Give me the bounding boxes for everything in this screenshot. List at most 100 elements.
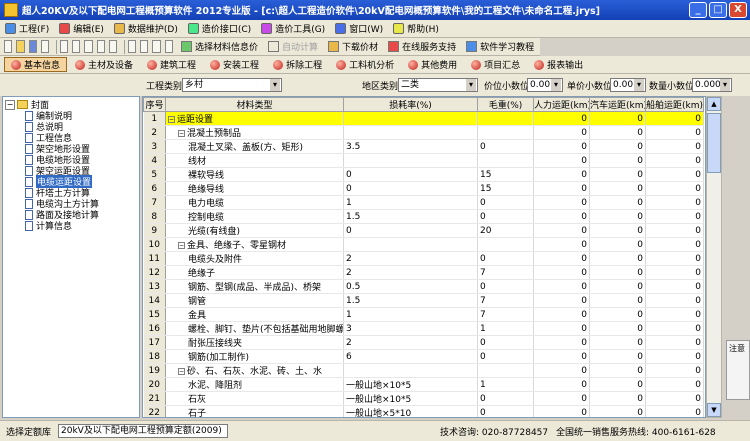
truck-distance-cell[interactable]: 0: [589, 391, 646, 406]
truck-distance-cell[interactable]: 0: [589, 195, 646, 210]
ship-distance-cell[interactable]: 0: [645, 209, 704, 224]
menu-project[interactable]: 工程(F): [2, 21, 56, 37]
tree-item[interactable]: 编制说明: [5, 110, 137, 122]
row-number[interactable]: 6: [143, 181, 166, 196]
open-icon[interactable]: [16, 40, 25, 53]
table-row[interactable]: 9 光缆(有线盘) 0 20 0 0 0: [143, 223, 704, 238]
truck-distance-cell[interactable]: 0: [589, 279, 646, 294]
truck-distance-cell[interactable]: 0: [589, 251, 646, 266]
loss-rate-cell[interactable]: 0.5: [343, 279, 478, 294]
ship-distance-cell[interactable]: 0: [645, 251, 704, 266]
minimize-button[interactable]: _: [689, 2, 707, 18]
tree-item[interactable]: 计算信息: [5, 220, 137, 232]
move-up-icon[interactable]: [152, 40, 161, 53]
material-type-cell[interactable]: 石灰: [165, 391, 344, 406]
manual-distance-cell[interactable]: 0: [533, 111, 590, 126]
scroll-up-icon[interactable]: ▲: [707, 97, 721, 111]
material-type-cell[interactable]: 混凝土叉梁、盖板(方、矩形): [165, 139, 344, 154]
tab-materials-equipment[interactable]: 主材及设备: [69, 57, 139, 72]
gross-weight-cell[interactable]: [477, 363, 534, 378]
truck-distance-cell[interactable]: 0: [589, 139, 646, 154]
loss-rate-cell[interactable]: [343, 237, 478, 252]
manual-distance-cell[interactable]: 0: [533, 405, 590, 417]
auto-calc-button[interactable]: 自动计算: [264, 39, 322, 55]
gross-weight-cell[interactable]: 1: [477, 377, 534, 392]
material-type-cell[interactable]: 绝缘子: [165, 265, 344, 280]
gross-weight-cell[interactable]: 0: [477, 349, 534, 364]
tab-summary[interactable]: 项目汇总: [465, 57, 526, 72]
gross-weight-cell[interactable]: 1: [477, 321, 534, 336]
material-type-cell[interactable]: 钢筋、型钢(成品、半成品)、桥架: [165, 279, 344, 294]
material-type-cell[interactable]: 控制电缆: [165, 209, 344, 224]
find-icon[interactable]: [108, 40, 118, 53]
collapse-icon[interactable]: −: [5, 99, 15, 110]
tab-other-costs[interactable]: 其他费用: [402, 57, 463, 72]
grid-scrollbar[interactable]: ▲ ▼: [706, 96, 722, 418]
gross-weight-cell[interactable]: 20: [477, 223, 534, 238]
ship-distance-cell[interactable]: 0: [645, 167, 704, 182]
gross-weight-cell[interactable]: 15: [477, 167, 534, 182]
manual-distance-cell[interactable]: 0: [533, 153, 590, 168]
manual-distance-cell[interactable]: 0: [533, 125, 590, 140]
table-row[interactable]: 20 水泥、降阻剂 一般山地×10*5 1 0 0 0: [143, 377, 704, 392]
manual-distance-cell[interactable]: 0: [533, 223, 590, 238]
manual-distance-cell[interactable]: 0: [533, 265, 590, 280]
table-row[interactable]: 12 绝缘子 2 7 0 0 0: [143, 265, 704, 280]
gross-weight-cell[interactable]: 0: [477, 195, 534, 210]
material-type-cell[interactable]: 绝缘导线: [165, 181, 344, 196]
ship-distance-cell[interactable]: 0: [645, 307, 704, 322]
loss-rate-cell[interactable]: [343, 363, 478, 378]
manual-distance-cell[interactable]: 0: [533, 293, 590, 308]
select-material-price-button[interactable]: 选择材料信息价: [177, 39, 262, 55]
online-support-button[interactable]: 在线服务支持: [384, 39, 460, 55]
gross-weight-cell[interactable]: 0: [477, 209, 534, 224]
material-type-cell[interactable]: 裸软导线: [165, 167, 344, 182]
ship-distance-cell[interactable]: 0: [645, 279, 704, 294]
material-type-cell[interactable]: 电缆头及附件: [165, 251, 344, 266]
ship-distance-cell[interactable]: 0: [645, 377, 704, 392]
column-header[interactable]: 船舶运距(km): [645, 97, 704, 112]
price-decimal-select[interactable]: 0.00: [527, 78, 563, 92]
gross-weight-cell[interactable]: 7: [477, 265, 534, 280]
tab-installation[interactable]: 安装工程: [204, 57, 265, 72]
collapse-icon[interactable]: −: [178, 130, 185, 137]
gross-weight-cell[interactable]: 0: [477, 405, 534, 417]
row-number[interactable]: 14: [143, 293, 166, 308]
ship-distance-cell[interactable]: 0: [645, 195, 704, 210]
manual-distance-cell[interactable]: 0: [533, 237, 590, 252]
manual-distance-cell[interactable]: 0: [533, 335, 590, 350]
row-number[interactable]: 4: [143, 153, 166, 168]
column-header[interactable]: 人力运距(km): [533, 97, 590, 112]
menu-help[interactable]: 帮助(H): [390, 21, 446, 37]
tutorial-button[interactable]: 软件学习教程: [462, 39, 538, 55]
gross-weight-cell[interactable]: 7: [477, 307, 534, 322]
manual-distance-cell[interactable]: 0: [533, 349, 590, 364]
table-row[interactable]: 11 电缆头及附件 2 0 0 0 0: [143, 251, 704, 266]
manual-distance-cell[interactable]: 0: [533, 321, 590, 336]
material-type-cell[interactable]: − 混凝土预制品: [165, 125, 344, 140]
loss-rate-cell[interactable]: 3: [343, 321, 478, 336]
gross-weight-cell[interactable]: 0: [477, 335, 534, 350]
loss-rate-cell[interactable]: 一般山地×10*5: [343, 377, 478, 392]
gross-weight-cell[interactable]: 0: [477, 279, 534, 294]
menu-edit[interactable]: 编辑(E): [56, 21, 111, 37]
material-type-cell[interactable]: 电力电缆: [165, 195, 344, 210]
cut-icon[interactable]: [72, 40, 81, 53]
row-number[interactable]: 22: [143, 405, 166, 417]
tab-report-output[interactable]: 报表输出: [528, 57, 589, 72]
paste-icon[interactable]: [96, 40, 105, 53]
material-type-cell[interactable]: 石子: [165, 405, 344, 417]
material-type-cell[interactable]: − 砂、石、石灰、水泥、砖、土、水: [165, 363, 344, 378]
gross-weight-cell[interactable]: [477, 125, 534, 140]
truck-distance-cell[interactable]: 0: [589, 307, 646, 322]
loss-rate-cell[interactable]: 1.5: [343, 209, 478, 224]
menu-tools[interactable]: 造价工具(G): [258, 21, 332, 37]
ship-distance-cell[interactable]: 0: [645, 335, 704, 350]
manual-distance-cell[interactable]: 0: [533, 251, 590, 266]
ship-distance-cell[interactable]: 0: [645, 125, 704, 140]
loss-rate-cell[interactable]: 0: [343, 167, 478, 182]
manual-distance-cell[interactable]: 0: [533, 363, 590, 378]
material-type-cell[interactable]: 水泥、降阻剂: [165, 377, 344, 392]
material-type-cell[interactable]: 线材: [165, 153, 344, 168]
truck-distance-cell[interactable]: 0: [589, 293, 646, 308]
